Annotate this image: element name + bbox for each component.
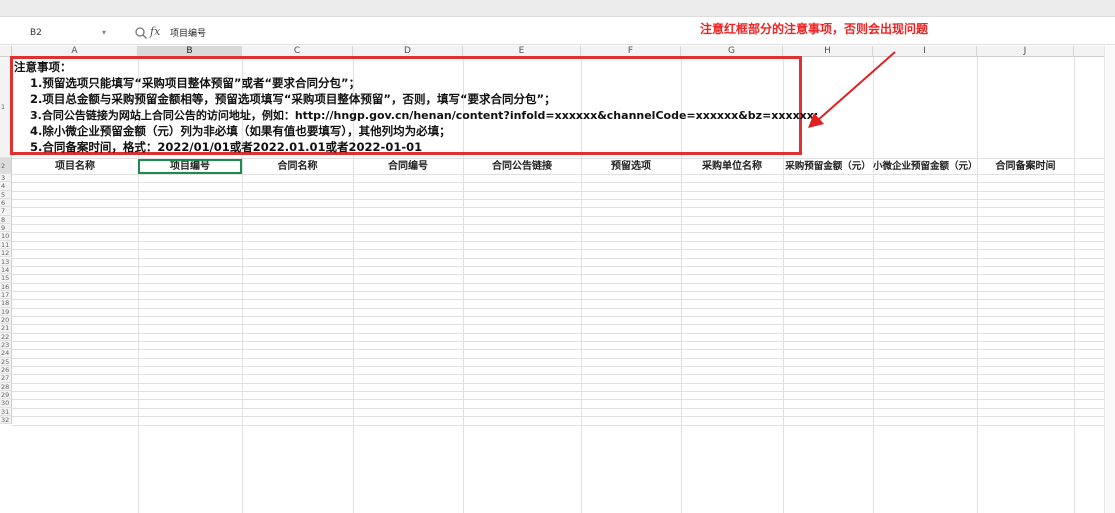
row-header-13[interactable]: 13 [0, 257, 12, 266]
fx-icon[interactable]: fx [150, 25, 160, 38]
header-cell-purchaser-name[interactable]: 采购单位名称 [681, 160, 783, 173]
row-header-16[interactable]: 16 [0, 282, 12, 291]
row-gridline [12, 407, 1104, 409]
chevron-down-icon[interactable]: ▾ [102, 25, 106, 41]
row-gridline [12, 240, 1104, 242]
row-header-3[interactable]: 3 [0, 174, 12, 183]
notice-line-4: 4.除小微企业预留金额（元）列为非必填（如果有值也要填写），其他列均为必填； [30, 124, 451, 138]
row-header-12[interactable]: 12 [0, 249, 12, 258]
row-gridline [12, 199, 1104, 201]
header-cell-reserve-option[interactable]: 预留选项 [581, 160, 681, 173]
notice-line-2: 2.项目总金额与采购预留金额相等，预留选项填写“采购项目整体预留”，否则，填写“… [30, 92, 556, 106]
header-cell-small-enterprise-amount[interactable]: 小微企业预留金额（元） [873, 160, 977, 173]
row-gridline [12, 299, 1104, 301]
header-cell-contract-name[interactable]: 合同名称 [242, 160, 353, 173]
column-header-j[interactable]: J [977, 46, 1074, 57]
row-gridline [12, 374, 1104, 376]
row-gridline [12, 416, 1104, 418]
header-cell-contract-link[interactable]: 合同公告链接 [463, 160, 581, 173]
row-header-24[interactable]: 24 [0, 349, 12, 358]
column-header-overflow [1074, 46, 1105, 57]
row-gridline [12, 257, 1104, 259]
row-gridline [12, 249, 1104, 251]
header-cell-contract-number[interactable]: 合同编号 [353, 160, 463, 173]
row-header-11[interactable]: 11 [0, 240, 12, 250]
row-header-26[interactable]: 26 [0, 366, 12, 375]
row-gridline [12, 190, 1104, 192]
header-cell-project-name[interactable]: 项目名称 [12, 160, 138, 173]
notice-line-1: 1.预留选项只能填写“采购项目整体预留”或者“要求合同分包”； [30, 76, 361, 90]
row-header-17[interactable]: 17 [0, 290, 12, 300]
row-gridline [12, 182, 1104, 184]
row-gridline [12, 424, 1104, 426]
vertical-scrollbar[interactable] [1104, 46, 1115, 513]
row-gridline [12, 315, 1104, 317]
row-header-28[interactable]: 28 [0, 382, 12, 392]
column-gridline [1074, 57, 1075, 513]
zoom-icon[interactable] [134, 26, 148, 40]
header-cell-reserve-amount[interactable]: 采购预留金额（元） [783, 160, 873, 173]
row-header-6[interactable]: 6 [0, 199, 12, 208]
row-header-10[interactable]: 10 [0, 232, 12, 241]
row-gridline [12, 174, 1104, 175]
row-header-15[interactable]: 15 [0, 274, 12, 283]
row-header-2[interactable]: 2 [0, 158, 12, 174]
row-gridline [12, 366, 1104, 368]
row-gridline [12, 382, 1104, 384]
row-gridline [12, 341, 1104, 342]
row-header-23[interactable]: 23 [0, 341, 12, 350]
row-header-7[interactable]: 7 [0, 207, 12, 216]
row-header-19[interactable]: 19 [0, 307, 12, 316]
row-header-18[interactable]: 18 [0, 299, 12, 308]
row-header-5[interactable]: 5 [0, 190, 12, 200]
row-gridline [12, 215, 1104, 217]
column-gridline [873, 57, 874, 513]
row-gridline [12, 357, 1104, 359]
row-gridline [12, 332, 1104, 334]
annotation-text: 注意红框部分的注意事项，否则会出现问题 [700, 22, 929, 36]
row-gridline [12, 224, 1104, 226]
header-cell-filing-date[interactable]: 合同备案时间 [977, 160, 1074, 173]
notice-title: 注意事项： [14, 60, 72, 74]
row-header-8[interactable]: 8 [0, 215, 12, 225]
row-header-29[interactable]: 29 [0, 391, 12, 400]
row-header-4[interactable]: 4 [0, 182, 12, 191]
row-gridline [12, 265, 1104, 267]
row-header-21[interactable]: 21 [0, 324, 12, 333]
row-gridline [12, 307, 1104, 309]
row-gridline [12, 290, 1104, 292]
row-header-32[interactable]: 32 [0, 416, 12, 425]
row-gridline [12, 274, 1104, 276]
notice-line-5: 5.合同备案时间，格式：2022/01/01或者2022.01.01或者2022… [30, 140, 423, 154]
toolbar-strip [0, 0, 1115, 17]
column-gridline [977, 57, 978, 513]
row-header-14[interactable]: 14 [0, 265, 12, 275]
row-header-31[interactable]: 31 [0, 407, 12, 417]
row-header-9[interactable]: 9 [0, 224, 12, 233]
row-gridline [12, 349, 1104, 351]
row-gridline [12, 232, 1104, 234]
row-header-27[interactable]: 27 [0, 374, 12, 383]
row-gridline [12, 324, 1104, 326]
row-header-22[interactable]: 22 [0, 332, 12, 341]
formula-input[interactable]: 项目编号 [170, 26, 206, 39]
row-header-20[interactable]: 20 [0, 315, 12, 325]
row-header-25[interactable]: 25 [0, 357, 12, 367]
column-header-i[interactable]: I [873, 46, 977, 57]
row-gridline [12, 282, 1104, 284]
row-gridline [12, 399, 1104, 401]
row-gridline [12, 391, 1104, 393]
name-box[interactable]: B2 ▾ [14, 25, 114, 41]
selected-cell-b2[interactable] [138, 159, 242, 174]
name-box-value: B2 [30, 28, 42, 38]
formula-bar: B2 ▾ fx 项目编号 [0, 22, 1115, 45]
notice-line-3: 3.合同公告链接为网站上合同公告的访问地址，例如：http://hngp.gov… [30, 109, 819, 122]
row-header-30[interactable]: 30 [0, 399, 12, 408]
row-gridline [12, 207, 1104, 209]
